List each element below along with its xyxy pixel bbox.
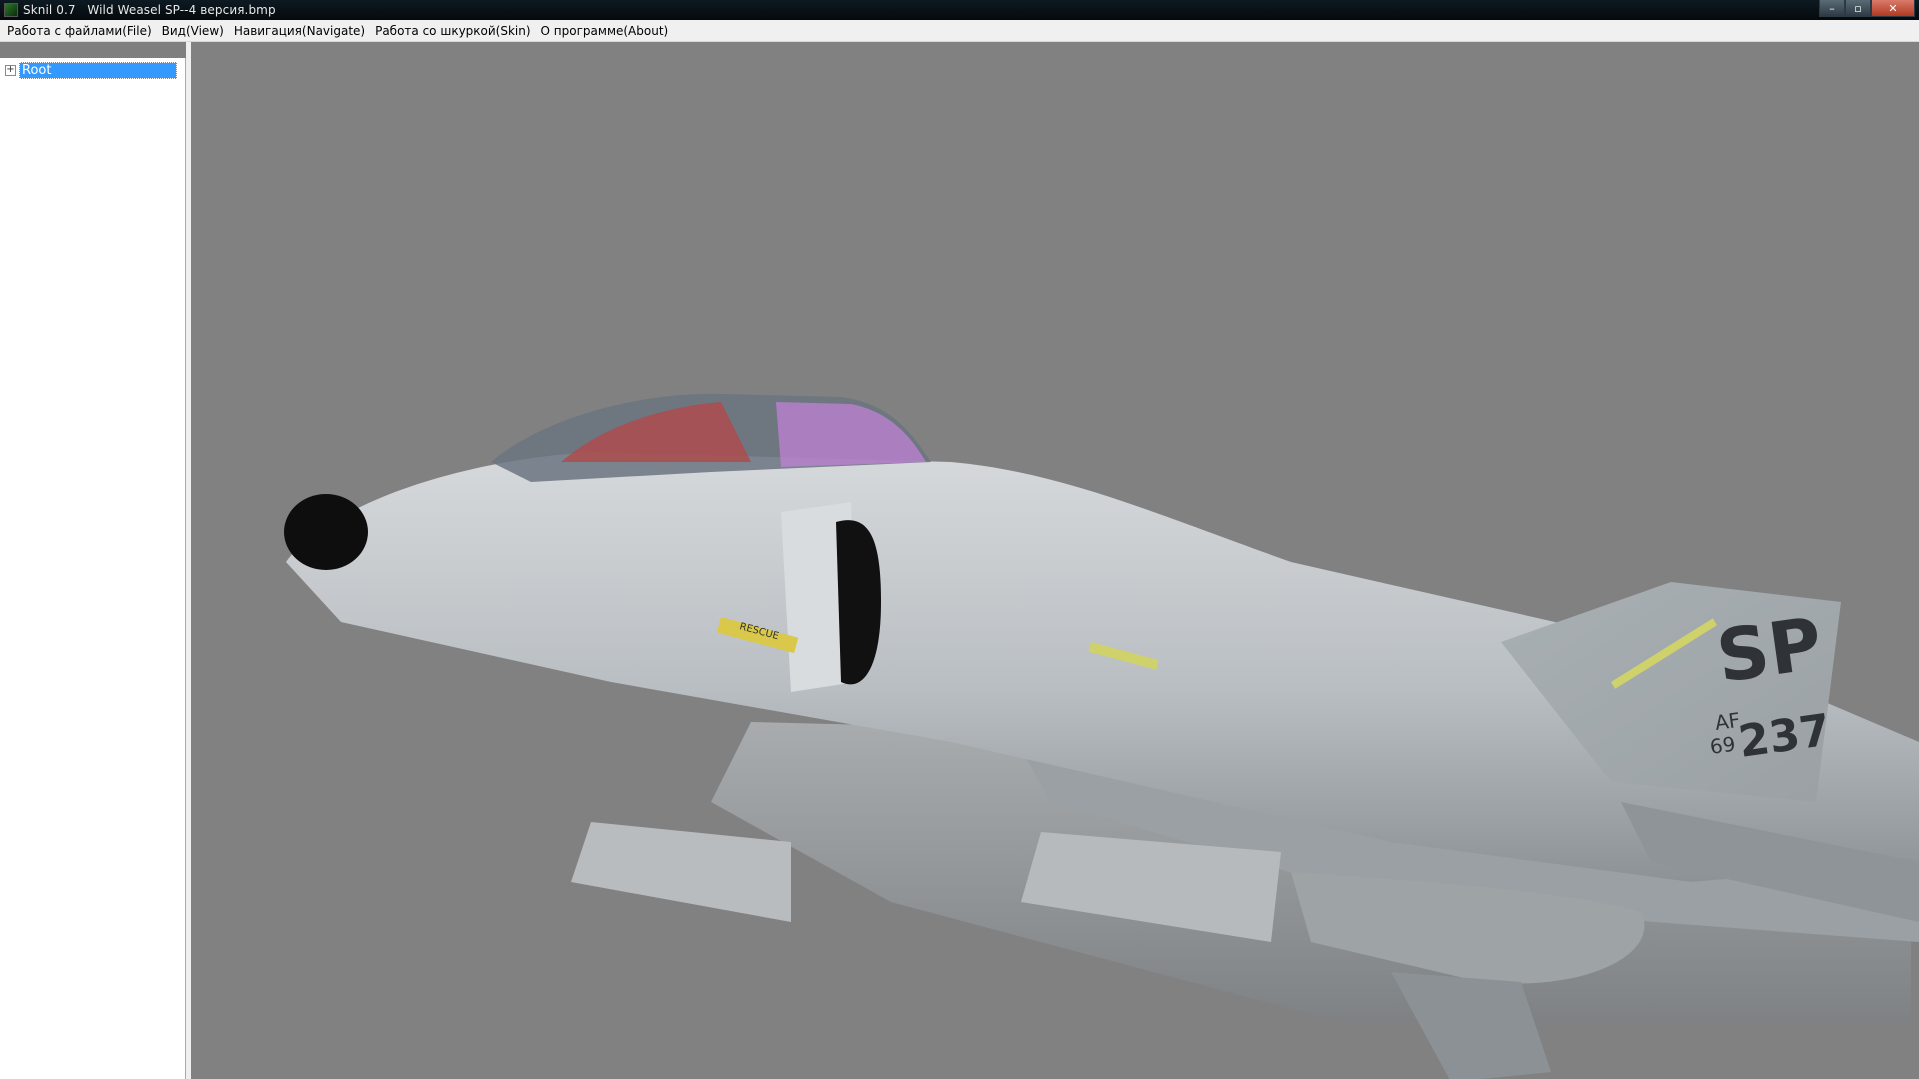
window-controls: – ▫ ✕ bbox=[1819, 0, 1915, 18]
tree-panel: + Root bbox=[0, 58, 186, 1079]
window-title-bar: Sknil 0.7 Wild Weasel SP--4 версия.bmp –… bbox=[0, 0, 1919, 20]
menu-about[interactable]: О программе(About) bbox=[536, 24, 674, 38]
app-icon bbox=[4, 3, 18, 17]
tail-prefix-bottom: 69 bbox=[1708, 732, 1737, 759]
minimize-button[interactable]: – bbox=[1819, 0, 1845, 17]
menu-navigate[interactable]: Навигация(Navigate) bbox=[229, 24, 370, 38]
menu-view[interactable]: Вид(View) bbox=[157, 24, 229, 38]
tree-item-label[interactable]: Root bbox=[19, 62, 177, 79]
menu-bar: Работа с файлами(File) Вид(View) Навигац… bbox=[0, 20, 1919, 42]
radome bbox=[284, 494, 368, 570]
tree-item-root[interactable]: + Root bbox=[5, 62, 177, 79]
3d-viewport[interactable]: RESCUE SP AF 69 237 bbox=[191, 42, 1919, 1079]
menu-skin[interactable]: Работа со шкуркой(Skin) bbox=[370, 24, 535, 38]
canopy-rear bbox=[776, 402, 926, 467]
aircraft-model: RESCUE SP AF 69 237 bbox=[284, 393, 1919, 1079]
maximize-button[interactable]: ▫ bbox=[1845, 0, 1871, 17]
menu-file[interactable]: Работа с файлами(File) bbox=[2, 24, 157, 38]
tree-expand-icon[interactable]: + bbox=[5, 65, 16, 76]
close-button[interactable]: ✕ bbox=[1871, 0, 1915, 17]
missile-pod-left bbox=[571, 822, 791, 922]
tail-code: SP bbox=[1712, 601, 1827, 699]
window-title: Sknil 0.7 Wild Weasel SP--4 версия.bmp bbox=[23, 3, 276, 17]
